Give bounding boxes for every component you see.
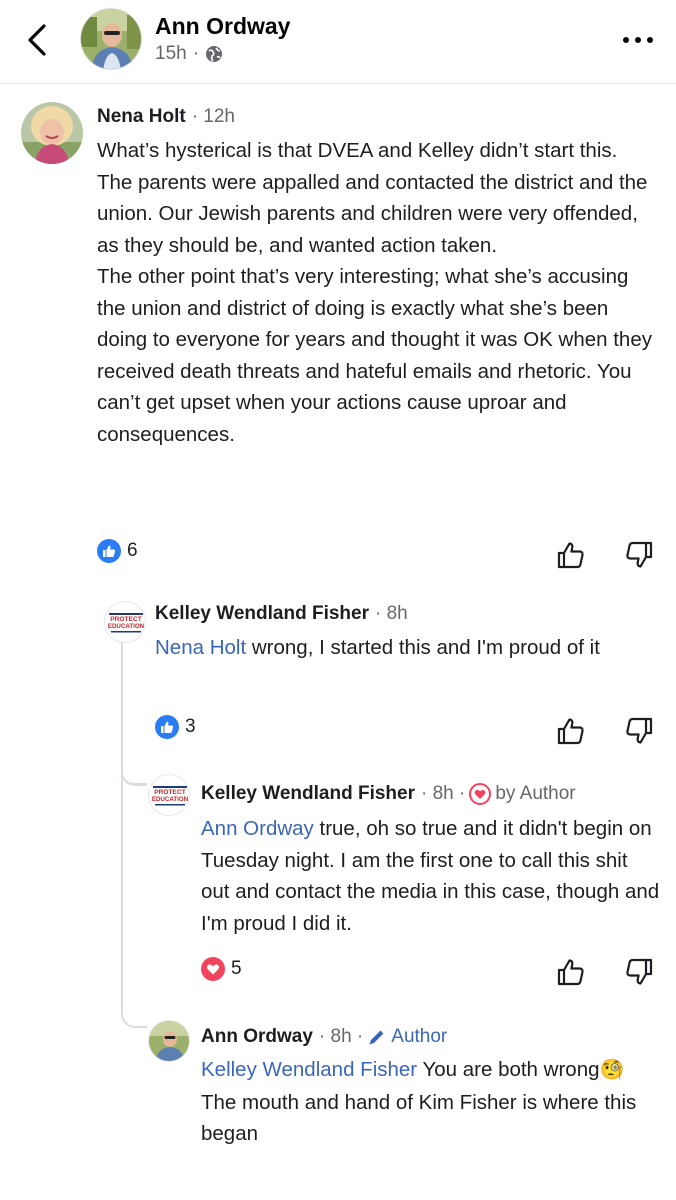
- post-time: 15h: [155, 43, 187, 64]
- avatar-logo-text: PROTECT: [110, 616, 142, 623]
- avatar[interactable]: [21, 102, 83, 164]
- comment-meta: · 8h ·: [318, 1026, 364, 1047]
- heart-icon: [469, 783, 492, 805]
- reaction-count: 3: [185, 716, 196, 737]
- reaction-summary[interactable]: 5: [201, 957, 242, 981]
- comment-text-content: wrong, I started this and I'm proud of i…: [246, 636, 600, 659]
- comment-author-line: Nena Holt · 12h: [97, 106, 235, 128]
- reaction-summary[interactable]: 6: [97, 539, 138, 563]
- reaction-count: 5: [231, 958, 242, 979]
- comment-text: Kelley Wendland Fisher You are both wron…: [201, 1054, 661, 1150]
- mention-link[interactable]: Nena Holt: [155, 636, 246, 659]
- thread-connector: [121, 642, 123, 1004]
- more-dots-icon[interactable]: [618, 28, 658, 52]
- post-header: Ann Ordway 15h ·: [0, 0, 676, 84]
- post-author-name[interactable]: Ann Ordway: [155, 13, 290, 40]
- thumbs-up-icon[interactable]: [556, 957, 586, 987]
- comment-meta: · 12h: [191, 106, 235, 127]
- thumbs-up-icon: [97, 539, 121, 563]
- thumbs-down-icon[interactable]: [624, 957, 654, 987]
- reaction-count: 6: [127, 540, 138, 561]
- comment-author[interactable]: Kelley Wendland Fisher: [201, 783, 415, 805]
- comment-text-content: You are both wrong: [417, 1058, 600, 1081]
- comment-text: What’s hysterical is that DVEA and Kelle…: [97, 135, 657, 450]
- back-chevron-icon[interactable]: [22, 22, 56, 58]
- thread-connector: [121, 1000, 147, 1028]
- heart-icon: [201, 957, 225, 981]
- thumbs-down-icon[interactable]: [624, 540, 654, 570]
- author-badge: by Author: [469, 783, 576, 805]
- post-meta: 15h ·: [155, 43, 223, 65]
- mention-link[interactable]: Ann Ordway: [201, 817, 314, 840]
- avatar[interactable]: PROTECT EDUCATION: [104, 601, 146, 643]
- comment-author-line: Kelley Wendland Fisher · 8h · by Author: [201, 783, 576, 805]
- comment-text-content: The mouth and hand of Kim Fisher is wher…: [201, 1090, 637, 1146]
- thumbs-down-icon[interactable]: [624, 716, 654, 746]
- comment-author-line: Kelley Wendland Fisher · 8h: [155, 603, 408, 625]
- avatar-logo-text: EDUCATION: [152, 796, 189, 803]
- mention-link[interactable]: Kelley Wendland Fisher: [201, 1058, 417, 1081]
- comment-paragraph: What’s hysterical is that DVEA and Kelle…: [97, 139, 648, 257]
- comment-author-line: Ann Ordway · 8h · Author: [201, 1026, 447, 1048]
- thumbs-up-icon[interactable]: [556, 716, 586, 746]
- meta-separator: ·: [192, 43, 200, 64]
- comment-meta: · 8h: [374, 603, 408, 624]
- author-badge: Author: [367, 1026, 447, 1048]
- comment-meta: · 8h ·: [420, 783, 466, 804]
- avatar[interactable]: [148, 1020, 190, 1062]
- comment-author[interactable]: Nena Holt: [97, 106, 186, 128]
- avatar[interactable]: PROTECT EDUCATION: [148, 774, 190, 816]
- reaction-summary[interactable]: 3: [155, 715, 196, 739]
- comment-text: Ann Ordway true, oh so true and it didn'…: [201, 813, 661, 939]
- globe-icon: [206, 46, 223, 62]
- thumbs-up-icon[interactable]: [556, 540, 586, 570]
- thread-connector: [121, 756, 147, 786]
- comment-text: Nena Holt wrong, I started this and I'm …: [155, 632, 660, 664]
- author-badge-label: Author: [391, 1026, 448, 1047]
- comment-paragraph: The other point that’s very interesting;…: [97, 265, 652, 446]
- emoji: 🧐: [599, 1059, 625, 1081]
- thumbs-up-icon: [155, 715, 179, 739]
- avatar[interactable]: [80, 8, 142, 70]
- avatar-logo-text: EDUCATION: [108, 623, 145, 630]
- author-badge-label: by Author: [495, 783, 576, 804]
- pencil-icon: [369, 1030, 384, 1045]
- comment-author[interactable]: Kelley Wendland Fisher: [155, 603, 369, 625]
- comment-author[interactable]: Ann Ordway: [201, 1026, 313, 1048]
- avatar-logo-text: PROTECT: [154, 789, 186, 796]
